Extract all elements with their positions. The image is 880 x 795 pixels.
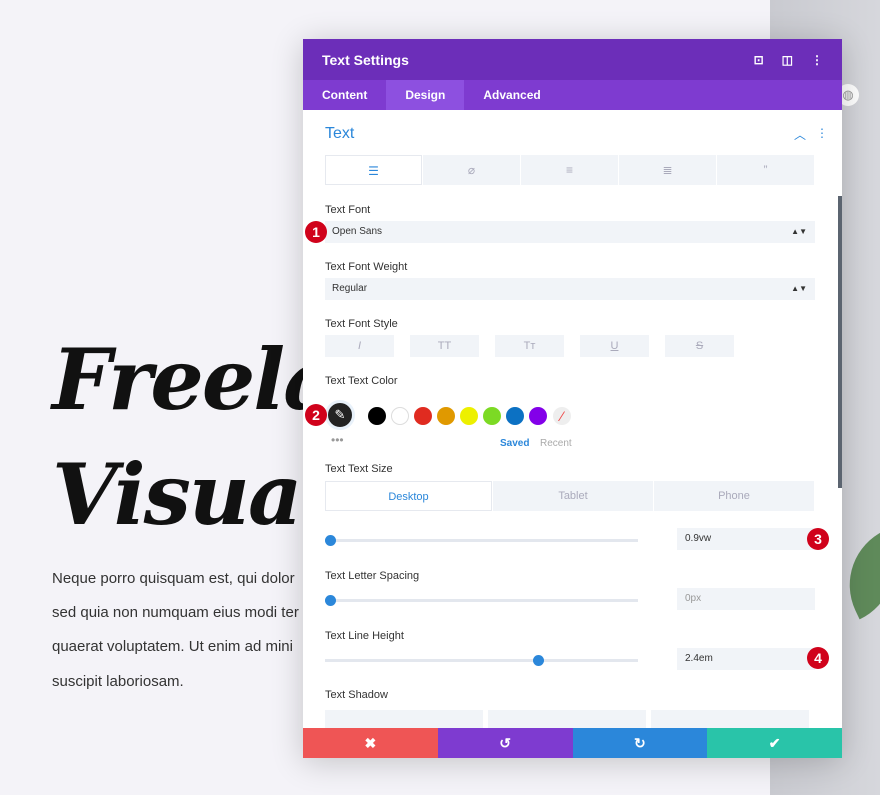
undo-button[interactable]: ↺: [437, 728, 573, 758]
tab-content[interactable]: Content: [303, 80, 386, 110]
text-weight-select[interactable]: Regular ▲▼: [325, 278, 815, 300]
underline-button[interactable]: U: [580, 335, 649, 357]
device-phone-tab[interactable]: Phone: [654, 481, 814, 511]
slider-knob[interactable]: [325, 595, 336, 606]
text-size-slider[interactable]: [325, 535, 638, 546]
select-arrows-icon: ▲▼: [791, 227, 807, 236]
color-swatch[interactable]: [437, 407, 455, 425]
slider-knob[interactable]: [533, 655, 545, 666]
step-badge: 3: [807, 528, 829, 550]
more-options-icon[interactable]: ⋮: [811, 53, 823, 67]
recent-colors-tab[interactable]: Recent: [540, 438, 572, 449]
ordered-list-icon[interactable]: ≣: [619, 155, 716, 185]
device-desktop-tab[interactable]: Desktop: [325, 481, 492, 511]
scrollbar[interactable]: [838, 196, 842, 488]
text-settings-modal: Text Settings ⊡ ◫ ⋮ Content Design Advance…: [303, 39, 842, 758]
modal-title: Text Settings: [322, 51, 409, 68]
line-height-input[interactable]: 2.4em: [677, 648, 815, 670]
letter-spacing-slider[interactable]: [325, 595, 638, 606]
text-weight-value: Regular: [332, 283, 368, 294]
cancel-button[interactable]: ✖: [303, 728, 438, 758]
text-font-label: Text Font: [325, 204, 371, 216]
step-badge: 4: [807, 647, 829, 669]
line-height-slider[interactable]: [325, 655, 638, 666]
step-badge: 2: [305, 404, 327, 426]
text-size-input[interactable]: 0.9vw: [677, 528, 815, 550]
tab-advanced[interactable]: Advanced: [464, 80, 559, 110]
capitalize-button[interactable]: Tт: [495, 335, 564, 357]
letter-spacing-input[interactable]: 0px: [677, 588, 815, 610]
italic-button[interactable]: I: [325, 335, 394, 357]
fullscreen-icon[interactable]: ⊡: [754, 53, 764, 67]
link-icon[interactable]: ⌀: [423, 155, 520, 185]
uppercase-button[interactable]: TT: [410, 335, 479, 357]
text-size-label: Text Text Size: [325, 463, 393, 475]
section-title: Text: [325, 125, 355, 142]
letter-spacing-label: Text Letter Spacing: [325, 570, 420, 582]
saved-colors-tab[interactable]: Saved: [500, 438, 529, 449]
align-text-icon[interactable]: ☰: [325, 155, 422, 185]
strikethrough-button[interactable]: S: [665, 335, 734, 357]
color-swatch[interactable]: [368, 407, 386, 425]
device-tablet-tab[interactable]: Tablet: [493, 481, 653, 511]
color-swatch[interactable]: [529, 407, 547, 425]
text-font-value: Open Sans: [332, 226, 383, 237]
chevron-up-icon[interactable]: ︿: [794, 126, 806, 143]
text-shadow-label: Text Shadow: [325, 689, 388, 701]
text-color-label: Text Text Color: [325, 375, 398, 387]
quote-icon[interactable]: ”: [717, 155, 814, 185]
color-swatch[interactable]: [460, 407, 478, 425]
color-swatch[interactable]: [414, 407, 432, 425]
color-swatch[interactable]: [506, 407, 524, 425]
color-swatch[interactable]: [391, 407, 409, 425]
select-arrows-icon: ▲▼: [791, 284, 807, 293]
paragraph-line: suscipit laboriosam.: [52, 673, 184, 690]
color-swatch[interactable]: [483, 407, 501, 425]
text-weight-label: Text Font Weight: [325, 261, 408, 273]
slider-knob[interactable]: [325, 535, 336, 546]
font-style-label: Text Font Style: [325, 318, 398, 330]
tab-design[interactable]: Design: [386, 80, 465, 110]
eyedropper-icon[interactable]: ✎: [325, 400, 355, 430]
more-colors-icon[interactable]: •••: [331, 433, 344, 447]
paragraph-line: Neque porro quisquam est, qui dolor: [52, 570, 295, 587]
paragraph-line: sed quia non numquam eius modi ter: [52, 604, 299, 621]
text-subtabs: ☰ ⌀ ≡ ≣ ”: [325, 155, 814, 185]
paragraph-line: quaerat voluptatem. Ut enim ad mini: [52, 638, 293, 655]
save-button[interactable]: ✔: [707, 728, 842, 758]
unordered-list-icon[interactable]: ≡: [521, 155, 618, 185]
no-color-swatch[interactable]: ⁄: [553, 407, 571, 425]
split-view-icon[interactable]: ◫: [782, 53, 793, 67]
text-font-select[interactable]: Open Sans ▲▼: [325, 221, 815, 243]
section-options-icon[interactable]: ⋮: [816, 126, 828, 143]
redo-button[interactable]: ↻: [572, 728, 708, 758]
line-height-label: Text Line Height: [325, 630, 404, 642]
step-badge: 1: [305, 221, 327, 243]
modal-header: Text Settings ⊡ ◫ ⋮: [303, 39, 842, 80]
